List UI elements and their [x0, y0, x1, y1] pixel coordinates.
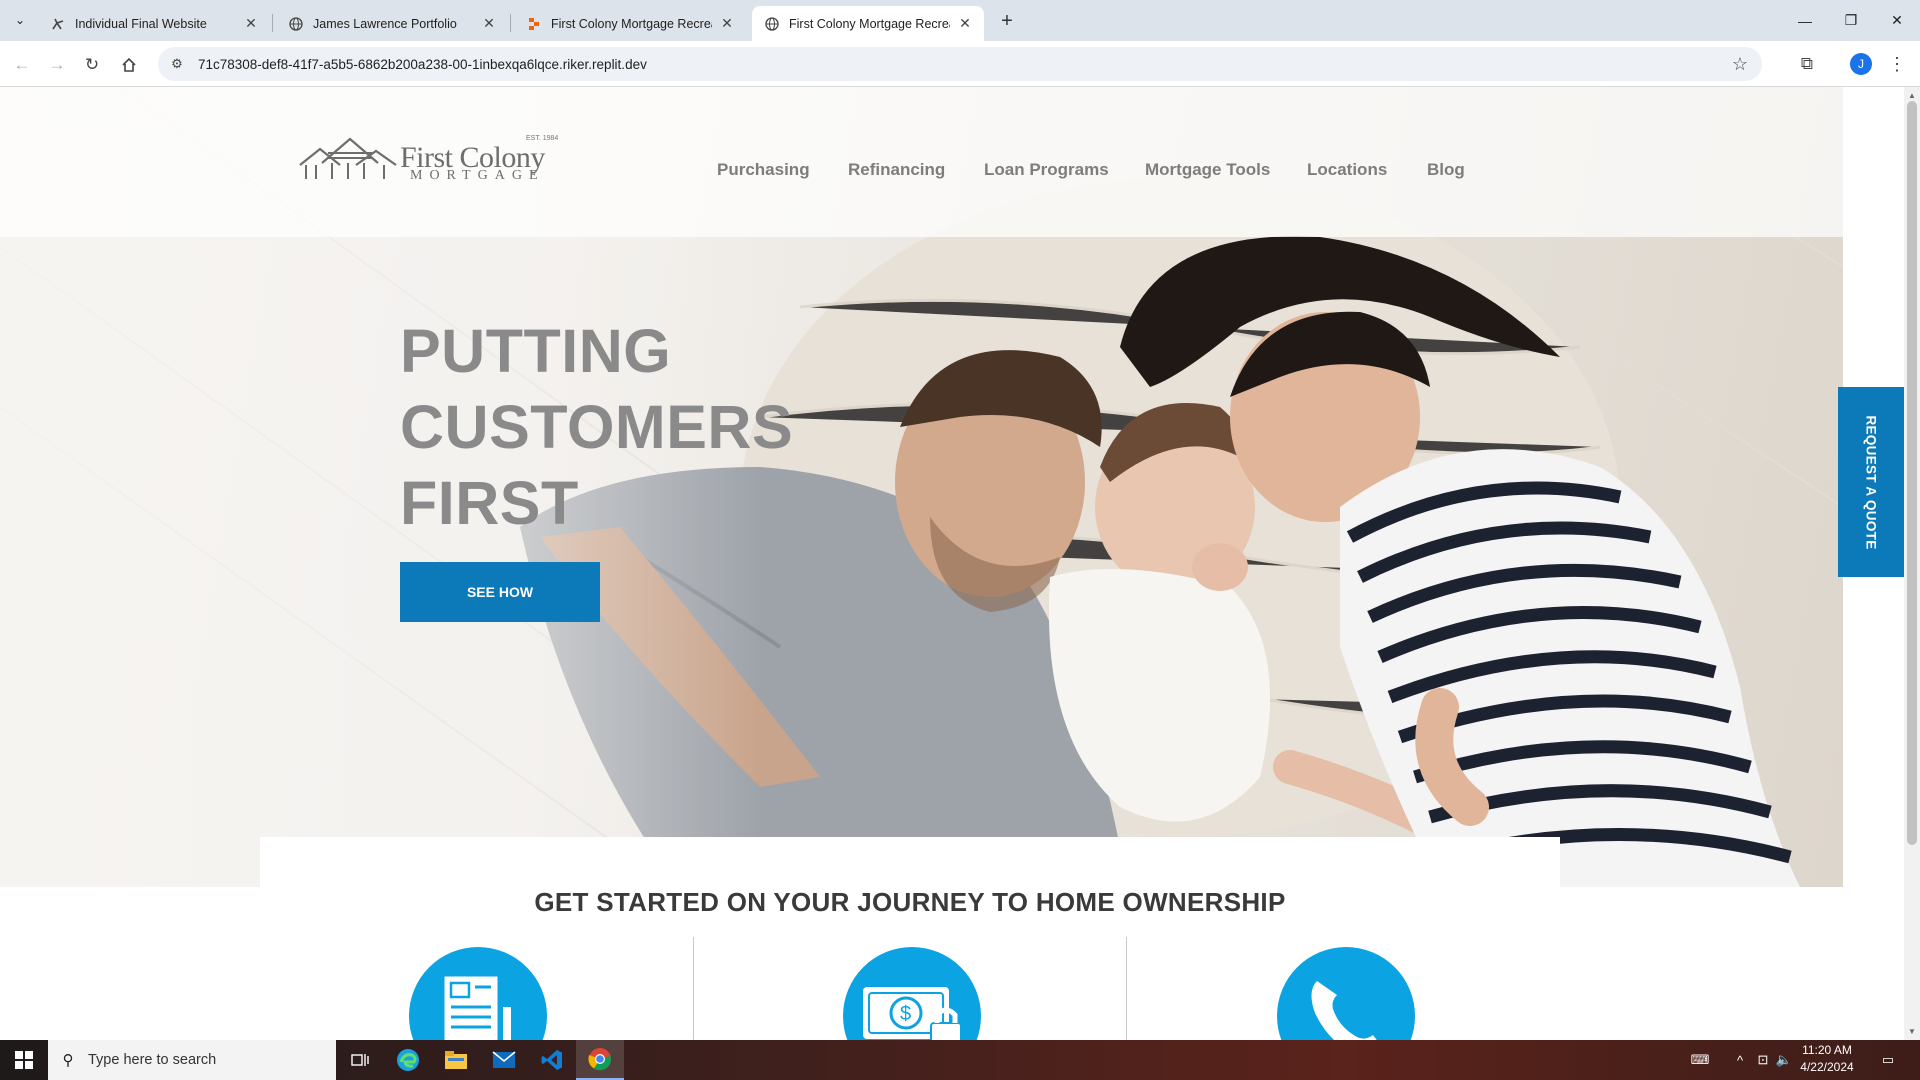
tab-individual-final-website[interactable]: Individual Final Website ✕ — [38, 6, 270, 41]
close-icon[interactable]: ✕ — [956, 15, 974, 33]
keyboard-icon[interactable]: ⌨ — [1682, 1040, 1718, 1080]
nav-blog[interactable]: Blog — [1427, 160, 1465, 180]
page-scrollbar[interactable]: ▲ ▼ — [1904, 87, 1920, 1040]
tab-strip: ⌄ Individual Final Website ✕ James Lawre… — [0, 0, 1920, 41]
tray-chevron-up-icon[interactable]: ^ — [1730, 1040, 1750, 1080]
first-colony-logo[interactable]: EST. 1984 First Colony MORTGAGE — [298, 135, 570, 185]
chrome-icon[interactable] — [576, 1040, 624, 1080]
edge-icon[interactable] — [384, 1040, 432, 1080]
volume-muted-icon[interactable]: 🔈 — [1774, 1040, 1794, 1080]
request-quote-label: REQUEST A QUOTE — [1863, 414, 1879, 550]
profile-avatar[interactable]: J — [1850, 53, 1872, 75]
nav-refinancing[interactable]: Refinancing — [848, 160, 945, 180]
svg-text:$: $ — [900, 1003, 911, 1025]
search-icon: ⚲ — [62, 1052, 74, 1069]
new-tab-button[interactable]: + — [994, 8, 1020, 34]
close-icon[interactable]: ✕ — [242, 15, 260, 33]
windows-start-icon[interactable] — [0, 1040, 48, 1080]
tab-title: First Colony Mortgage Recreat — [789, 16, 950, 31]
network-icon[interactable]: ⊡ — [1752, 1040, 1774, 1080]
restore-icon[interactable]: ❐ — [1828, 0, 1874, 41]
browser-menu-icon[interactable]: ⋮ — [1888, 53, 1906, 75]
nav-locations[interactable]: Locations — [1307, 160, 1387, 180]
globe-icon — [764, 16, 780, 32]
browser-toolbar: ← → ↻ ⚙ 71c78308-def8-41f7-a5b5-6862b200… — [0, 41, 1920, 87]
site-header: EST. 1984 First Colony MORTGAGE Purchasi… — [0, 87, 1843, 237]
scrollbar-thumb[interactable] — [1907, 101, 1917, 845]
vscode-icon[interactable] — [528, 1040, 576, 1080]
taskbar-clock[interactable]: 11:20 AM 4/22/2024 — [1792, 1042, 1862, 1076]
tab-first-colony-active[interactable]: First Colony Mortgage Recreat ✕ — [752, 6, 984, 41]
headline-line: PUTTING — [400, 317, 672, 385]
nav-mortgage-tools[interactable]: Mortgage Tools — [1145, 160, 1270, 180]
clock-date: 4/22/2024 — [1800, 1060, 1854, 1074]
tab-separator — [272, 14, 273, 32]
taskbar-search-placeholder: Type here to search — [88, 1052, 217, 1068]
mail-icon[interactable] — [480, 1040, 528, 1080]
column-divider — [1126, 937, 1127, 1040]
journey-heading: GET STARTED ON YOUR JOURNEY TO HOME OWNE… — [534, 887, 1286, 917]
replit-icon — [50, 16, 66, 32]
scroll-up-icon[interactable]: ▲ — [1908, 91, 1916, 100]
bookmark-star-icon[interactable]: ☆ — [1732, 54, 1748, 75]
close-icon[interactable]: ✕ — [480, 15, 498, 33]
extensions-icon[interactable]: ⧉ — [1796, 53, 1818, 75]
request-quote-tab[interactable]: REQUEST A QUOTE — [1838, 387, 1904, 577]
column-divider — [693, 937, 694, 1040]
tab-title: Individual Final Website — [75, 16, 207, 31]
tab-search-dropdown-icon[interactable]: ⌄ — [8, 8, 32, 32]
close-icon[interactable]: ✕ — [718, 15, 736, 33]
file-explorer-icon[interactable] — [432, 1040, 480, 1080]
reload-icon[interactable]: ↻ — [78, 51, 106, 79]
page-viewport: EST. 1984 First Colony MORTGAGE Purchasi… — [0, 87, 1904, 1040]
windows-taskbar: ⚲ Type here to search ⌨ ^ ⊡ 🔈 11:20 AM 4… — [0, 1040, 1920, 1080]
forward-arrow-icon[interactable]: → — [43, 51, 71, 79]
replit-icon — [526, 16, 542, 32]
back-arrow-icon[interactable]: ← — [8, 51, 36, 79]
taskbar-search-box[interactable]: ⚲ Type here to search — [48, 1040, 336, 1080]
tab-title: James Lawrence Portfolio — [313, 16, 457, 31]
minimize-icon[interactable]: — — [1782, 0, 1828, 41]
logo-subtitle: MORTGAGE — [410, 168, 545, 183]
scroll-down-icon[interactable]: ▼ — [1908, 1027, 1916, 1036]
tab-first-colony-replit[interactable]: First Colony Mortgage Recreat ✕ — [514, 6, 746, 41]
headline-line: CUSTOMERS — [400, 393, 794, 461]
clock-time: 11:20 AM — [1802, 1043, 1852, 1057]
see-how-button[interactable]: SEE HOW — [400, 562, 600, 622]
site-settings-icon[interactable]: ⚙ — [164, 51, 190, 77]
notifications-icon[interactable]: ▭ — [1870, 1040, 1906, 1080]
nav-purchasing[interactable]: Purchasing — [717, 160, 810, 180]
headline-line: FIRST — [400, 469, 579, 537]
houses-logo-icon — [299, 137, 397, 179]
tab-separator — [510, 14, 511, 32]
address-url[interactable]: 71c78308-def8-41f7-a5b5-6862b200a238-00-… — [198, 57, 647, 72]
task-view-icon[interactable] — [336, 1040, 384, 1080]
globe-icon — [288, 16, 304, 32]
address-bar[interactable]: ⚙ 71c78308-def8-41f7-a5b5-6862b200a238-0… — [158, 47, 1762, 81]
tab-title: First Colony Mortgage Recreat — [551, 16, 712, 31]
tab-james-lawrence-portfolio[interactable]: James Lawrence Portfolio ✕ — [276, 6, 508, 41]
home-icon[interactable] — [115, 51, 143, 79]
hero-headline: PUTTING CUSTOMERS FIRST — [400, 313, 793, 541]
window-close-icon[interactable]: ✕ — [1874, 0, 1920, 41]
nav-loan-programs[interactable]: Loan Programs — [984, 160, 1109, 180]
